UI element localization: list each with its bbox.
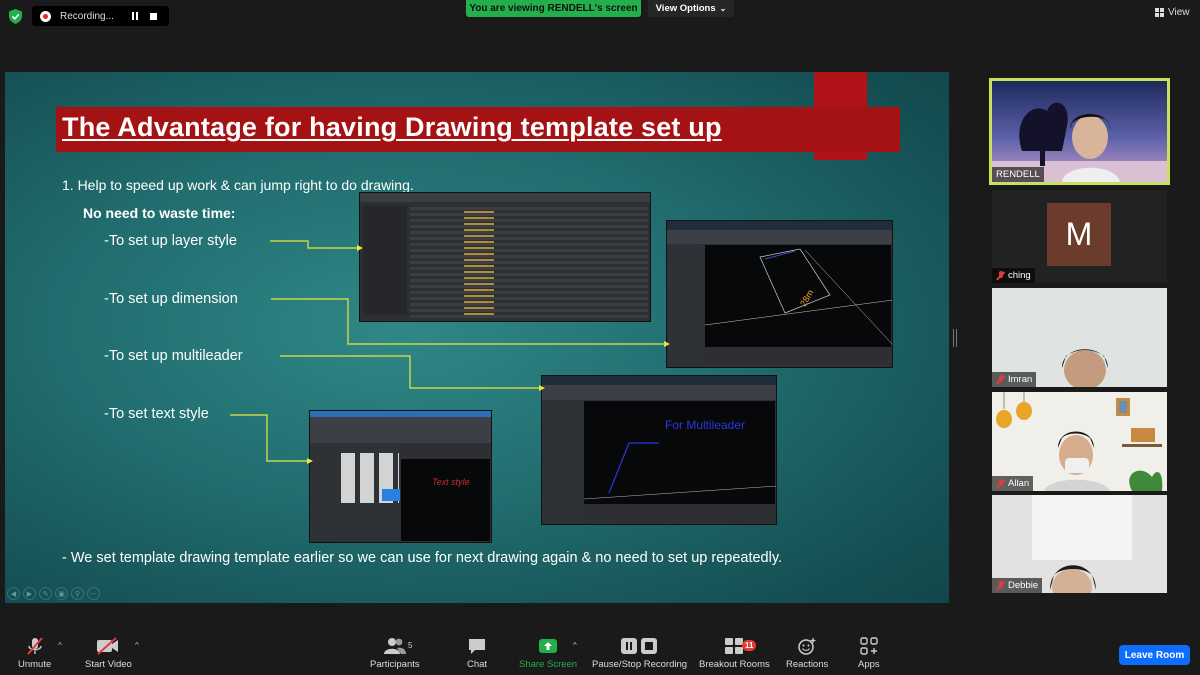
- pause-icon: [132, 12, 138, 20]
- participant-name: ching: [1008, 270, 1031, 281]
- avatar: M: [1047, 203, 1111, 266]
- zoom-meeting-window: Recording... You are viewing RENDELL's s…: [0, 0, 1200, 675]
- view-label: View: [1168, 7, 1190, 18]
- participants-count: 5: [408, 641, 413, 650]
- share-screen-label: Share Screen: [519, 659, 578, 670]
- zoom-icon[interactable]: ⚲: [71, 587, 84, 600]
- apps-button[interactable]: Apps: [858, 635, 880, 670]
- participant-name: Imran: [1008, 374, 1033, 385]
- audio-options-caret-icon[interactable]: ^: [58, 641, 62, 650]
- video-options-caret-icon[interactable]: ^: [135, 641, 139, 650]
- security-shield-icon[interactable]: [9, 9, 22, 24]
- participant-name-tag: Imran: [992, 372, 1037, 387]
- participants-label: Participants: [370, 659, 420, 670]
- participant-tile-imran[interactable]: Imran: [992, 288, 1167, 387]
- share-options-caret-icon[interactable]: ^: [573, 641, 577, 650]
- mic-muted-icon: [996, 580, 1005, 591]
- mic-muted-icon: [996, 270, 1005, 281]
- participant-tile-rendell[interactable]: RENDELL: [989, 78, 1170, 185]
- breakout-rooms-label: Breakout Rooms: [699, 659, 770, 670]
- reactions-label: Reactions: [786, 659, 829, 670]
- unmute-label: Unmute: [18, 659, 52, 670]
- unmute-button[interactable]: Unmute: [18, 635, 51, 670]
- participant-tile-ching[interactable]: M ching: [992, 190, 1167, 283]
- leave-room-button[interactable]: Leave Room: [1119, 645, 1190, 665]
- stop-recording-button[interactable]: [144, 8, 162, 24]
- share-screen-button[interactable]: Share Screen: [519, 635, 577, 670]
- start-video-label: Start Video: [85, 659, 132, 670]
- prev-slide-icon[interactable]: ◀: [7, 587, 20, 600]
- next-slide-icon[interactable]: ▶: [23, 587, 36, 600]
- participant-name: RENDELL: [996, 169, 1040, 180]
- chevron-down-icon: ⌄: [719, 4, 727, 13]
- share-screen-icon: [537, 635, 559, 657]
- start-video-button[interactable]: Start Video: [85, 635, 132, 670]
- mic-muted-icon: [996, 478, 1005, 489]
- shared-screen-slide: The Advantage for having Drawing templat…: [5, 72, 949, 603]
- participants-icon: [383, 635, 406, 657]
- slide-controls: ◀ ▶ ✎ ▣ ⚲ ⋯: [7, 587, 100, 600]
- participant-name: Debbie: [1008, 580, 1039, 591]
- recording-dot-icon: [40, 10, 51, 22]
- participant-name-tag: ching: [992, 268, 1035, 283]
- recording-indicator: Recording...: [32, 6, 169, 26]
- apps-label: Apps: [858, 659, 880, 670]
- mic-muted-icon: [996, 374, 1005, 385]
- chat-button[interactable]: Chat: [467, 635, 487, 670]
- viewing-screen-banner: You are viewing RENDELL's screen: [466, 0, 641, 17]
- panel-resize-handle[interactable]: [953, 329, 957, 347]
- participant-name-tag: Debbie: [992, 578, 1043, 593]
- participant-name-tag: RENDELL: [992, 167, 1044, 182]
- participant-name: Allan: [1008, 478, 1030, 489]
- breakout-rooms-button[interactable]: Breakout Rooms: [699, 635, 770, 670]
- slides-icon[interactable]: ▣: [55, 587, 68, 600]
- view-options-button[interactable]: View Options ⌄: [648, 0, 734, 17]
- pause-recording-button[interactable]: [126, 8, 144, 24]
- chat-icon: [467, 635, 487, 657]
- smiley-icon: [797, 635, 817, 657]
- apps-icon: [860, 635, 878, 657]
- slide-note: - We set template drawing template earli…: [62, 550, 783, 566]
- chat-label: Chat: [467, 659, 488, 670]
- reactions-button[interactable]: Reactions: [786, 635, 828, 670]
- participant-tile-debbie[interactable]: Debbie: [992, 495, 1167, 593]
- recording-label: Recording...: [60, 10, 114, 22]
- participant-tile-allan[interactable]: Allan: [992, 392, 1167, 491]
- pause-stop-recording-button[interactable]: Pause/Stop Recording: [592, 635, 687, 670]
- video-off-icon: [96, 635, 120, 657]
- mic-muted-icon: [25, 635, 45, 657]
- participant-name-tag: Allan: [992, 476, 1034, 491]
- pen-icon[interactable]: ✎: [39, 587, 52, 600]
- grid-view-icon: [1155, 8, 1164, 17]
- breakout-badge: 11: [742, 640, 757, 651]
- connector-arrows: [230, 240, 670, 464]
- stop-icon: [149, 12, 157, 20]
- pause-stop-recording-label: Pause/Stop Recording: [592, 659, 688, 670]
- view-options-label: View Options: [655, 3, 716, 14]
- more-icon[interactable]: ⋯: [87, 587, 100, 600]
- pause-stop-icon: [620, 635, 660, 657]
- view-button[interactable]: View: [1155, 7, 1190, 18]
- meeting-toolbar: Unmute ^ Start Video ^ Participants 5 Ch…: [0, 628, 1200, 675]
